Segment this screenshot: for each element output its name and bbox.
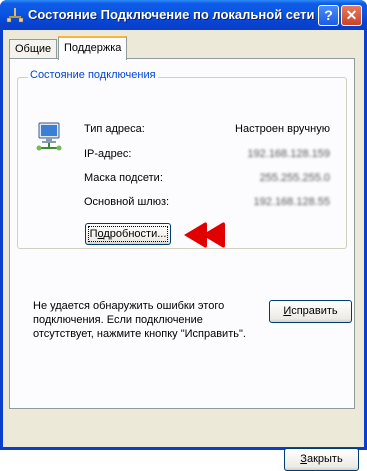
- default-gateway-value: 192.168.128.55: [253, 196, 330, 208]
- ip-address-value: 192.168.128.159: [247, 148, 330, 160]
- support-tab-panel: Состояние подключения Тип адреса: Настро…: [9, 58, 355, 409]
- red-arrow-pointer-icon: [184, 222, 225, 248]
- address-type-value: Настроен вручную: [235, 123, 330, 135]
- network-connection-icon: [6, 8, 24, 23]
- close-window-button[interactable]: ✕: [341, 5, 362, 26]
- details-button[interactable]: Подробности...: [85, 223, 171, 245]
- default-gateway-label: Основной шлюз:: [84, 196, 170, 208]
- dialog-window: Состояние Подключение по локальной сети …: [0, 0, 367, 471]
- tab-support[interactable]: Поддержка: [58, 36, 128, 60]
- close-button[interactable]: Закрыть: [284, 448, 359, 471]
- details-button-rest: дробности...: [103, 228, 167, 240]
- ip-address-label: IP-адрес:: [84, 148, 132, 160]
- diagnostic-message: Не удается обнаружить ошибки этого подкл…: [33, 300, 246, 340]
- help-button[interactable]: ?: [318, 5, 339, 26]
- close-button-rest: акрыть: [306, 453, 343, 465]
- address-type-label: Тип адреса:: [84, 123, 145, 135]
- repair-button[interactable]: Исправить: [269, 300, 352, 323]
- subnet-mask-label: Маска подсети:: [84, 172, 163, 184]
- dialog-client-area: Общие Поддержка Состояние подключения Ти…: [3, 30, 364, 471]
- repair-button-rest: справить: [291, 305, 338, 317]
- close-button-accelerator: З: [300, 453, 307, 465]
- details-button-prefix: П: [89, 228, 98, 240]
- subnet-mask-value: 255.255.255.0: [259, 172, 330, 184]
- connection-status-title: Состояние подключения: [28, 69, 158, 81]
- network-adapter-icon: [36, 122, 62, 151]
- tab-general[interactable]: Общие: [9, 39, 58, 59]
- window-title: Состояние Подключение по локальной сети: [28, 7, 315, 22]
- title-bar[interactable]: Состояние Подключение по локальной сети …: [0, 0, 367, 30]
